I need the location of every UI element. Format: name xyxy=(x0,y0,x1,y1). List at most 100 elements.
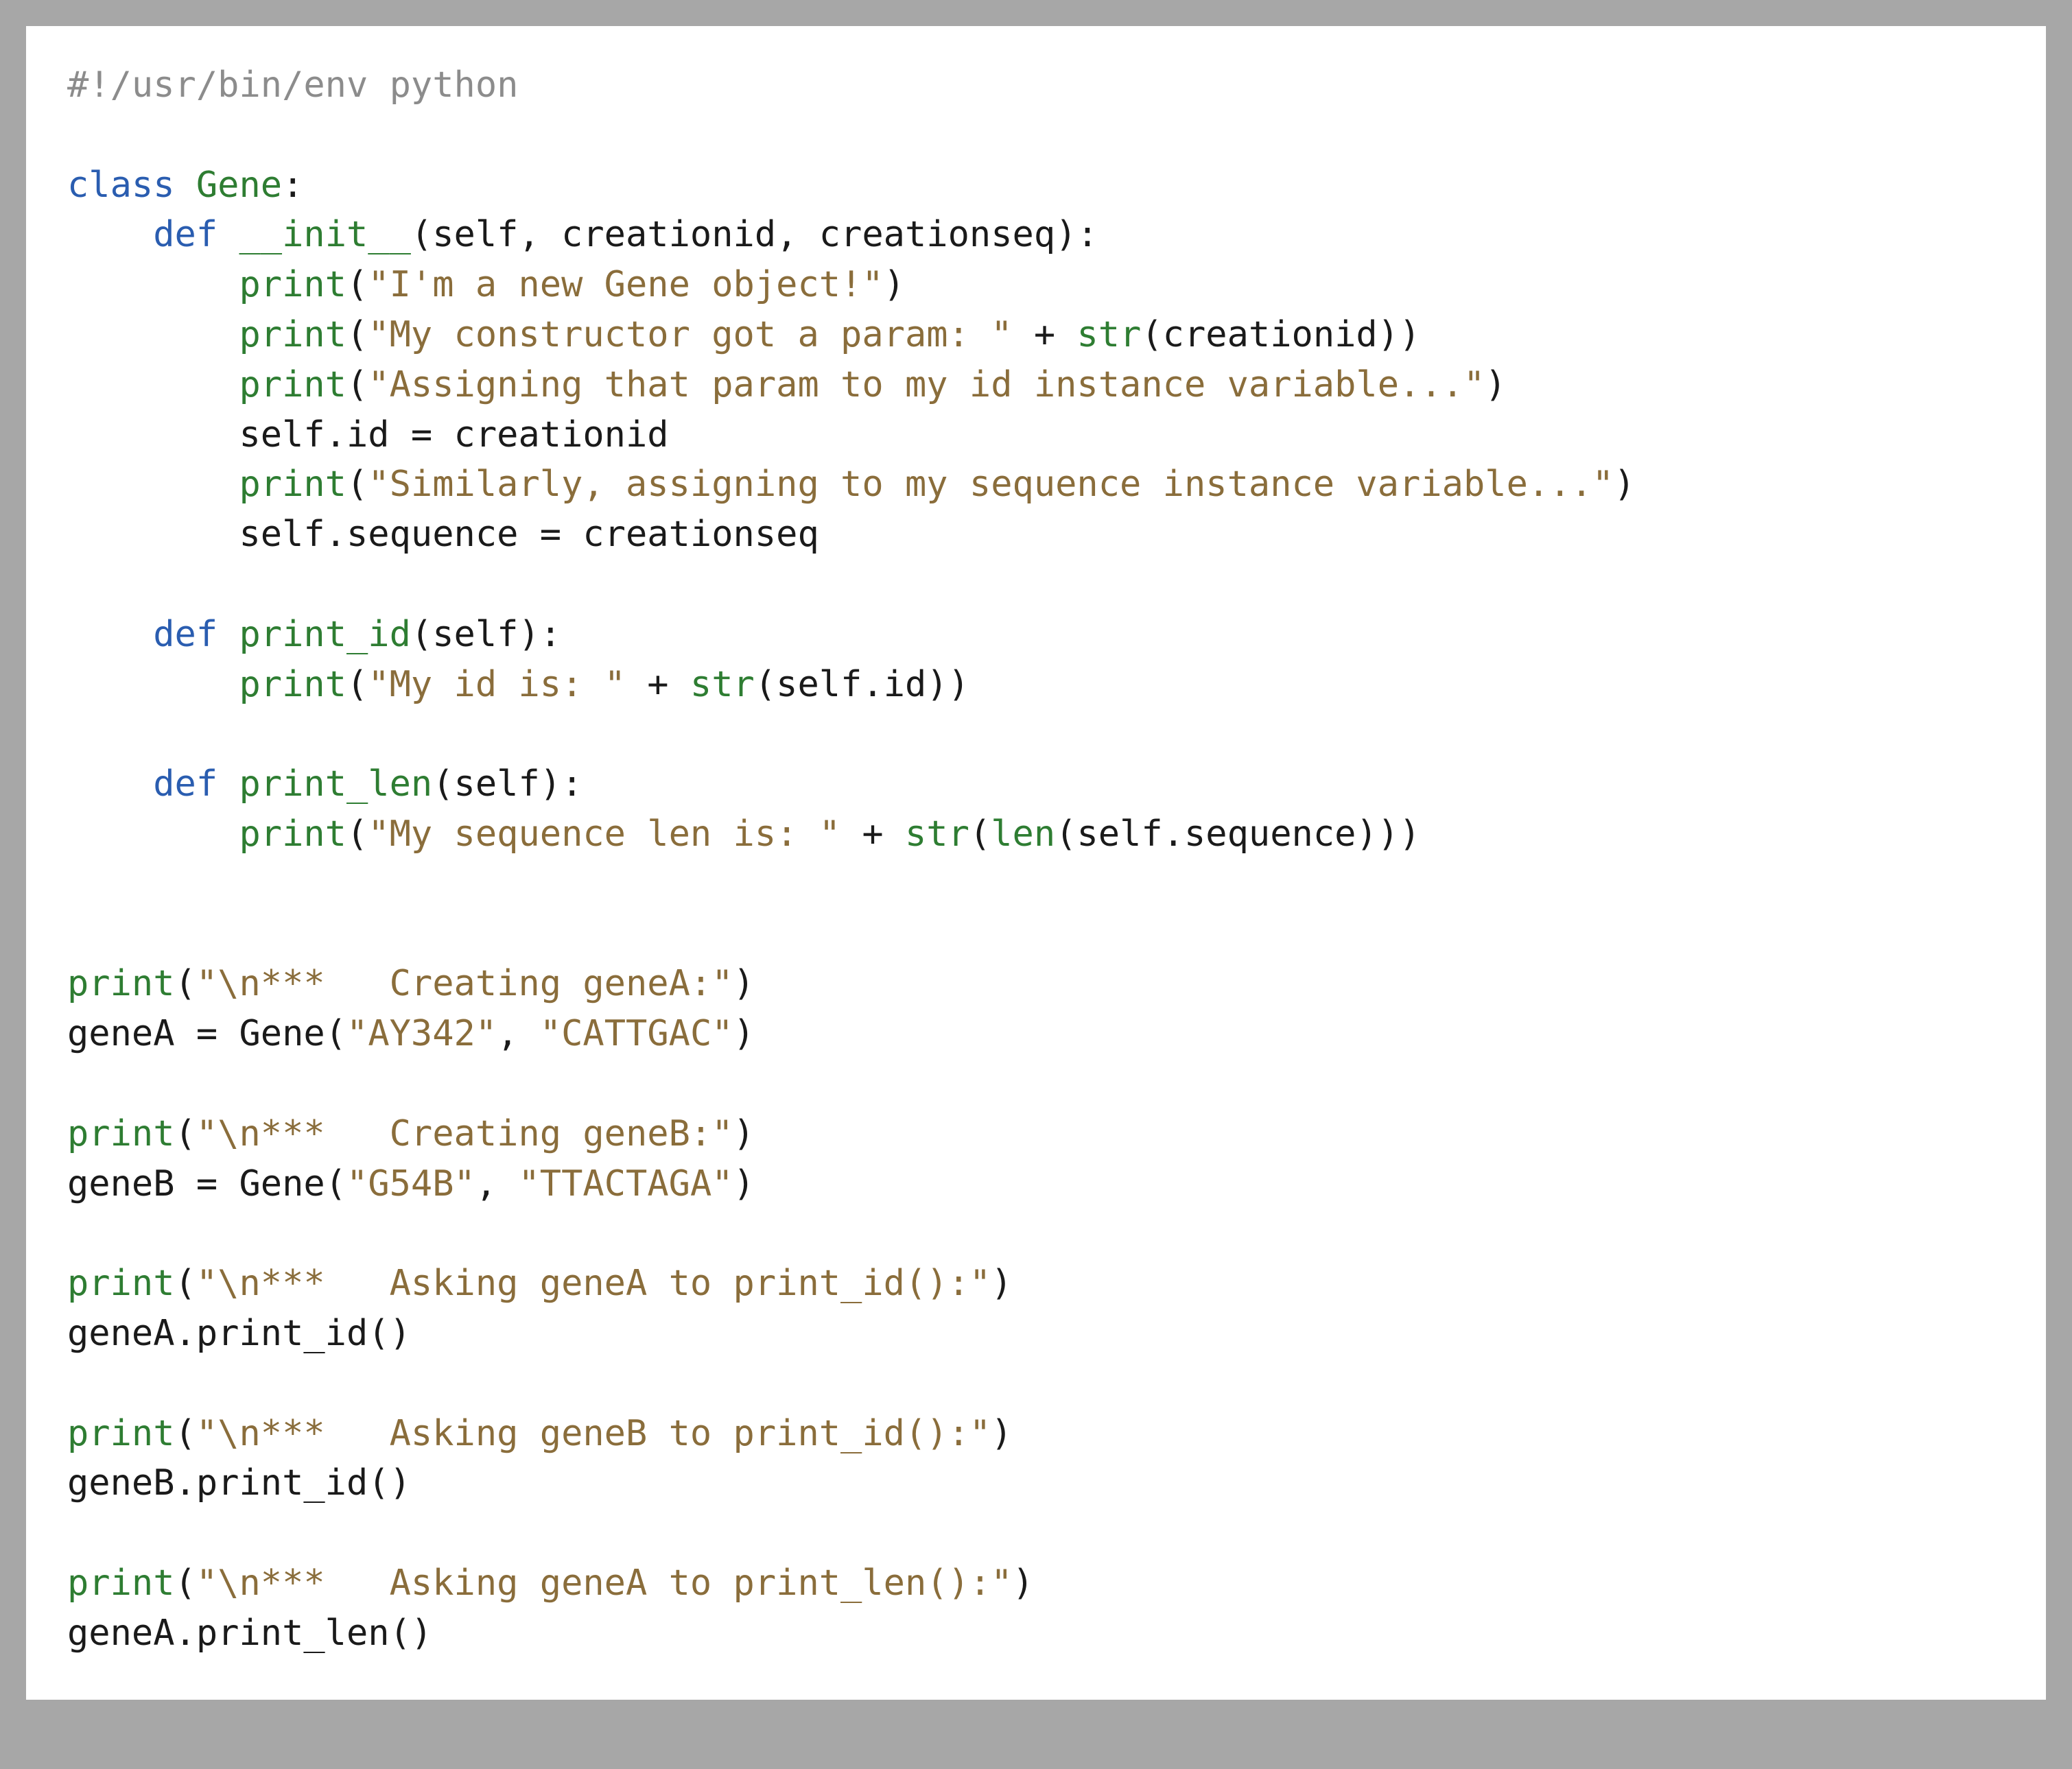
class-name: Gene xyxy=(196,165,282,206)
comma: , xyxy=(497,1013,540,1054)
paren-open: ( xyxy=(1055,814,1076,855)
builtin-print: print xyxy=(239,264,346,305)
keyword-def: def xyxy=(153,214,217,255)
paren-open: ( xyxy=(175,1263,196,1304)
assign-rhs: creationseq xyxy=(582,514,819,555)
method-call: geneA.print_id() xyxy=(67,1313,411,1354)
paren-close: ) xyxy=(1356,814,1377,855)
params: (self, creationid, creationseq): xyxy=(411,214,1098,255)
paren-close: ) xyxy=(1614,464,1635,505)
indent xyxy=(67,364,239,405)
builtin-print: print xyxy=(67,963,175,1004)
string-literal: "\n*** Asking geneA to print_id():" xyxy=(196,1263,991,1304)
params: (self): xyxy=(432,763,582,805)
paren-open: ( xyxy=(175,963,196,1004)
indent xyxy=(67,264,239,305)
keyword-def: def xyxy=(153,614,217,655)
comma: , xyxy=(475,1163,519,1204)
string-literal: "AY342" xyxy=(346,1013,497,1054)
paren-close: ) xyxy=(733,1013,755,1054)
assign-eq: = xyxy=(518,514,582,555)
assign-lhs: self.sequence xyxy=(239,514,518,555)
builtin-print: print xyxy=(239,464,346,505)
paren-open: ( xyxy=(346,264,368,305)
string-literal: "My constructor got a param: " xyxy=(368,314,1012,355)
paren-open: ( xyxy=(969,814,991,855)
arg: creationid xyxy=(1163,314,1378,355)
builtin-print: print xyxy=(239,664,346,705)
indent xyxy=(67,214,153,255)
paren-close: ) xyxy=(1399,314,1420,355)
paren-close: ) xyxy=(884,264,905,305)
indent xyxy=(67,514,239,555)
builtin-print: print xyxy=(239,814,346,855)
builtin-str: str xyxy=(905,814,969,855)
paren-close: ) xyxy=(1485,364,1506,405)
var-name: geneA xyxy=(67,1013,175,1054)
keyword-class: class xyxy=(67,165,175,206)
paren-close: ) xyxy=(991,1263,1012,1304)
class-call: Gene xyxy=(239,1013,325,1054)
indent xyxy=(67,763,153,805)
assign-eq: = xyxy=(175,1013,239,1054)
paren-close: ) xyxy=(733,1113,755,1154)
indent xyxy=(67,314,239,355)
builtin-print: print xyxy=(67,1563,175,1604)
paren-close: ) xyxy=(1378,314,1399,355)
paren-open: ( xyxy=(346,314,368,355)
paren-close: ) xyxy=(1378,814,1399,855)
assign-rhs: creationid xyxy=(454,414,669,455)
paren-open: ( xyxy=(175,1563,196,1604)
paren-open: ( xyxy=(325,1013,346,1054)
paren-close: ) xyxy=(733,963,755,1004)
op-plus: + xyxy=(1013,314,1077,355)
method-name: print_id xyxy=(239,614,410,655)
paren-open: ( xyxy=(325,1163,346,1204)
indent xyxy=(67,414,239,455)
builtin-print: print xyxy=(67,1263,175,1304)
indent xyxy=(67,464,239,505)
colon: : xyxy=(282,165,303,206)
method-call: geneA.print_len() xyxy=(67,1613,432,1654)
string-literal: "My sequence len is: " xyxy=(368,814,840,855)
builtin-print: print xyxy=(239,364,346,405)
string-literal: "My id is: " xyxy=(368,664,626,705)
arg: self.id xyxy=(776,664,926,705)
assign-eq: = xyxy=(390,414,454,455)
indent xyxy=(67,614,153,655)
params: (self): xyxy=(411,614,561,655)
keyword-def: def xyxy=(153,763,217,805)
paren-close: ) xyxy=(926,664,947,705)
paren-open: ( xyxy=(346,664,368,705)
paren-open: ( xyxy=(175,1113,196,1154)
builtin-str: str xyxy=(1076,314,1141,355)
string-literal: "\n*** Creating geneB:" xyxy=(196,1113,733,1154)
string-literal: "\n*** Asking geneA to print_len():" xyxy=(196,1563,1013,1604)
builtin-len: len xyxy=(991,814,1055,855)
string-literal: "\n*** Creating geneA:" xyxy=(196,963,733,1004)
var-name: geneB xyxy=(67,1163,175,1204)
paren-close: ) xyxy=(1399,814,1420,855)
op-plus: + xyxy=(626,664,690,705)
builtin-print: print xyxy=(67,1413,175,1454)
paren-close: ) xyxy=(1013,1563,1034,1604)
string-literal: "I'm a new Gene object!" xyxy=(368,264,883,305)
string-literal: "CATTGAC" xyxy=(540,1013,733,1054)
builtin-str: str xyxy=(690,664,755,705)
paren-open: ( xyxy=(1141,314,1162,355)
paren-open: ( xyxy=(346,464,368,505)
paren-close: ) xyxy=(733,1163,755,1204)
indent xyxy=(67,814,239,855)
paren-open: ( xyxy=(346,364,368,405)
string-literal: "Assigning that param to my id instance … xyxy=(368,364,1485,405)
indent xyxy=(67,664,239,705)
code-block: #!/usr/bin/env python class Gene: def __… xyxy=(14,14,2058,1712)
arg: self.sequence xyxy=(1076,814,1356,855)
paren-close: ) xyxy=(948,664,969,705)
class-call: Gene xyxy=(239,1163,325,1204)
string-literal: "TTACTAGA" xyxy=(518,1163,733,1204)
builtin-print: print xyxy=(239,314,346,355)
builtin-print: print xyxy=(67,1113,175,1154)
assign-lhs: self.id xyxy=(239,414,389,455)
string-literal: "G54B" xyxy=(346,1163,475,1204)
